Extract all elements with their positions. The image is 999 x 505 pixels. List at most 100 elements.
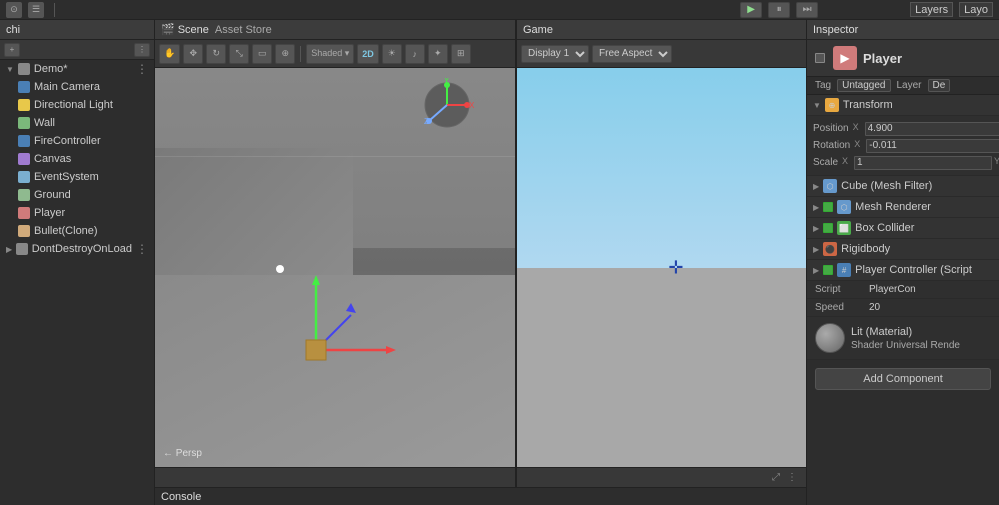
shading-dropdown[interactable]: Shaded ▾ — [306, 44, 354, 64]
scale-x-input[interactable] — [854, 156, 992, 170]
mesh-filter-component-row[interactable]: ▶ ⬡ Cube (Mesh Filter) — [807, 176, 999, 197]
hierarchy-item-demo[interactable]: ▼ Demo* ⋮ — [0, 60, 154, 78]
move-tool-button[interactable]: ✥ — [183, 44, 203, 64]
svg-text:X: X — [469, 101, 475, 110]
expand-icon: ▶ — [813, 266, 819, 275]
player-controller-checkbox[interactable] — [823, 265, 833, 275]
scale-row: Scale X Y — [813, 154, 993, 171]
step-button[interactable]: ⏭ — [796, 2, 818, 18]
add-component-button[interactable]: Add Component — [815, 368, 991, 390]
hierarchy-item-bullet[interactable]: Bullet(Clone) — [0, 222, 154, 240]
more-options-icon[interactable]: ⋮ — [136, 242, 148, 256]
scale-tool-button[interactable]: ⤡ — [229, 44, 249, 64]
hierarchy-item-ground[interactable]: Ground — [0, 186, 154, 204]
top-bar-left: ⊙ ☰ — [6, 2, 732, 18]
layer-value[interactable]: De — [928, 79, 951, 92]
material-ball-preview — [815, 323, 845, 353]
hierarchy-item-dont-destroy[interactable]: ▶ DontDestroyOnLoad ⋮ — [0, 240, 154, 258]
transform-component-label: Transform — [843, 99, 893, 111]
hierarchy-item-label: Ground — [34, 189, 71, 201]
game-viewport[interactable]: ✛ — [517, 68, 806, 467]
hierarchy-item-directional-light[interactable]: Directional Light — [0, 96, 154, 114]
canvas-icon — [18, 153, 30, 165]
box-collider-component-row[interactable]: ▶ ⬜ Box Collider — [807, 218, 999, 239]
scale-label: Scale — [813, 157, 838, 168]
script-field-value: PlayerCon — [869, 284, 916, 295]
hierarchy-item-event-system[interactable]: EventSystem — [0, 168, 154, 186]
svg-text:Y: Y — [444, 78, 450, 85]
transform-tool-button[interactable]: ⊕ — [275, 44, 295, 64]
console-tab[interactable]: Console — [161, 491, 201, 503]
2d-toggle-button[interactable]: 2D — [357, 44, 379, 64]
player-controller-component-row[interactable]: ▶ # Player Controller (Script — [807, 260, 999, 281]
cube-icon — [18, 117, 30, 129]
game-sky — [517, 68, 806, 268]
ground-icon — [18, 189, 30, 201]
scene-icon: 🎬 — [161, 23, 175, 36]
box-collider-checkbox[interactable] — [823, 223, 833, 233]
event-icon — [18, 171, 30, 183]
layout-dropdown[interactable]: Layo — [959, 2, 993, 17]
scene-panel: 🎬 Scene Asset Store ✋ ✥ ↻ ⤡ ▭ ⊕ Shaded ▾… — [155, 20, 516, 487]
inspector-tag-row: Tag Untagged Layer De — [807, 77, 999, 95]
pause-button[interactable]: ⏸ — [768, 2, 790, 18]
scene-tab[interactable]: 🎬 Scene — [161, 23, 209, 36]
expand-arrow-icon: ▼ — [6, 65, 14, 74]
rotation-row: Rotation X Y — [813, 137, 993, 154]
layers-dropdown[interactable]: Layers — [910, 2, 953, 17]
aspect-select[interactable]: Free Aspect — [592, 45, 672, 63]
display-select[interactable]: Display 1 — [521, 45, 589, 63]
scene-viewport[interactable]: X Y Z ← Persp — [155, 68, 515, 467]
game-ground — [517, 268, 806, 468]
scene-toolbar: ✋ ✥ ↻ ⤡ ▭ ⊕ Shaded ▾ 2D ☀ ♪ ✦ ⊞ — [155, 40, 515, 68]
game-menu-icon[interactable]: ⋮ — [784, 471, 800, 485]
x-axis-label: X — [842, 156, 852, 170]
transform-component-row[interactable]: ▼ ⊕ Transform — [807, 95, 999, 116]
hierarchy-add-button[interactable]: + — [4, 43, 20, 57]
hierarchy-item-canvas[interactable]: Canvas — [0, 150, 154, 168]
mesh-renderer-checkbox[interactable] — [823, 202, 833, 212]
tag-value[interactable]: Untagged — [837, 79, 890, 92]
lighting-toggle-button[interactable]: ☀ — [382, 44, 402, 64]
inspector-tab[interactable]: Inspector — [813, 24, 858, 36]
menu-icon[interactable]: ☰ — [28, 2, 44, 18]
rotation-fields: X Y — [854, 139, 999, 153]
hierarchy-item-label: Wall — [34, 117, 55, 129]
hierarchy-menu-button[interactable]: ⋮ — [134, 43, 150, 57]
expand-icon: ▶ — [813, 182, 819, 191]
audio-toggle-button[interactable]: ♪ — [405, 44, 425, 64]
rigidbody-component-row[interactable]: ▶ ⚫ Rigidbody — [807, 239, 999, 260]
game-maximize-icon[interactable]: ⤢ — [768, 471, 784, 485]
hierarchy-item-wall[interactable]: Wall — [0, 114, 154, 132]
rotate-tool-button[interactable]: ↻ — [206, 44, 226, 64]
hierarchy-item-label: FireController — [34, 135, 101, 147]
grid-button[interactable]: ⊞ — [451, 44, 471, 64]
shader-value: Universal Rende — [886, 340, 960, 351]
game-bottom-bar: ⤢ ⋮ — [517, 467, 806, 487]
top-bar: ⊙ ☰ ▶ ⏸ ⏭ Layers Layo — [0, 0, 999, 20]
position-x-input[interactable] — [865, 122, 999, 136]
game-tab[interactable]: Game — [523, 24, 553, 36]
effects-toggle-button[interactable]: ✦ — [428, 44, 448, 64]
rect-tool-button[interactable]: ▭ — [252, 44, 272, 64]
bottom-bar: Console — [155, 487, 806, 505]
more-options-icon[interactable]: ⋮ — [136, 62, 148, 76]
play-button[interactable]: ▶ — [740, 2, 762, 18]
asset-store-tab[interactable]: Asset Store — [215, 24, 272, 36]
hand-tool-button[interactable]: ✋ — [159, 44, 180, 64]
object-icon: ▶ — [833, 46, 857, 70]
mesh-renderer-component-row[interactable]: ▶ ⬡ Mesh Renderer — [807, 197, 999, 218]
transform-gizmo-svg — [286, 255, 406, 375]
hierarchy-item-main-camera[interactable]: Main Camera — [0, 78, 154, 96]
player-icon — [18, 207, 30, 219]
expand-icon: ▶ — [813, 224, 819, 233]
object-active-checkbox[interactable] — [815, 53, 825, 63]
perspective-label: ← Persp — [163, 448, 202, 459]
rotation-x-input[interactable] — [866, 139, 999, 153]
unity-logo-icon[interactable]: ⊙ — [6, 2, 22, 18]
game-panel: Game Display 1 Free Aspect ✛ ⤢ — [516, 20, 806, 487]
hierarchy-item-player[interactable]: Player — [0, 204, 154, 222]
hierarchy-tab[interactable]: chi — [0, 20, 154, 40]
hierarchy-item-fire-controller[interactable]: FireController — [0, 132, 154, 150]
light-icon — [18, 99, 30, 111]
